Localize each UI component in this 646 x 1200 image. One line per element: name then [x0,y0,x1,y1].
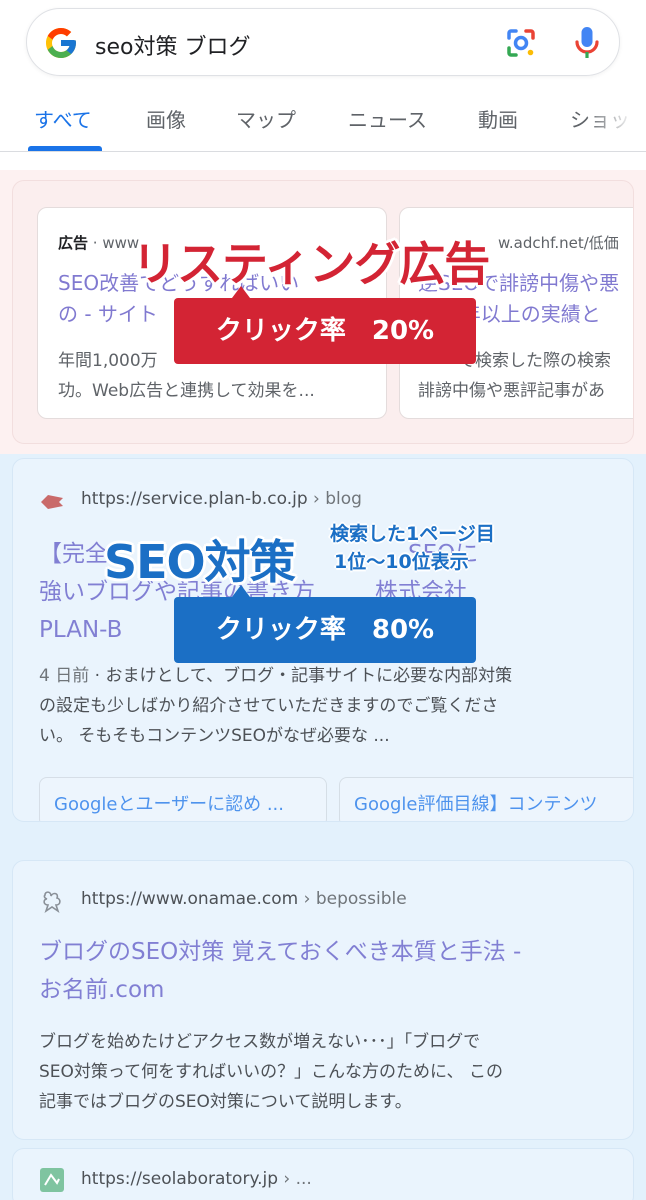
search-result[interactable]: https://seolaboratory.jp › ... [12,1148,634,1200]
ad-meta: 広告 · www. [58,234,143,252]
organic-results-section: https://service.plan-b.co.jp › blog 【完全 S… [0,454,646,1200]
seolaboratory-favicon-icon [40,1168,64,1192]
search-bar[interactable]: seo対策 ブログ [26,8,620,76]
tab-news[interactable]: ニュース [348,104,427,133]
tab-maps[interactable]: マップ [236,104,296,133]
microphone-icon[interactable] [567,23,607,63]
tabs-fade [586,92,646,150]
sitelink-chip[interactable]: Google評価目線】コンテンツ [339,777,633,821]
google-lens-icon[interactable] [501,23,541,63]
result-snippet: ブログを始めたけどアクセス数が増えない･･･」「ブログで SEO対策って何をすれ… [39,1032,503,1112]
seo-click-rate-badge: クリック率 80% [174,597,476,663]
search-result[interactable]: https://www.onamae.com › bepossible ブログの… [12,860,634,1140]
ad-url: w.adchf.net/低価 [498,234,619,252]
result-title[interactable]: ブログのSEO対策 覚えておくべき本質と手法 - お名前.com [39,933,609,1009]
sitelink-chip[interactable]: Googleとユーザーに認め ... [39,777,327,821]
result-date: 4 日前 [39,666,90,686]
plan-b-favicon-icon [41,495,63,509]
seo-note: 検索した1ページ目 1位〜10位表示 [330,523,495,573]
result-url[interactable]: https://www.onamae.com › bepossible [81,889,407,909]
result-url[interactable]: https://seolaboratory.jp › ... [81,1169,312,1189]
search-tabs: すべて 画像 マップ ニュース 動画 ショッピ [0,92,646,152]
onamae-favicon-icon [43,891,61,913]
tab-images[interactable]: 画像 [146,104,186,133]
result-url[interactable]: https://service.plan-b.co.jp › blog [81,489,362,509]
tab-all[interactable]: すべて [34,104,92,133]
seo-label: SEO対策 [104,535,296,589]
ad-badge-pointer [232,286,250,298]
search-query[interactable]: seo対策 ブログ [95,29,250,61]
ad-label: 広告 [58,234,89,252]
result-snippet: 4 日前 · おまけとして、ブログ・記事サイトに必要な内部対策 の設定も少しばか… [39,666,513,746]
seo-badge-pointer [232,585,250,597]
listing-ad-label: リスティング広告 [132,237,490,291]
google-logo-icon [46,28,76,58]
ad-click-rate-badge: クリック率 20% [174,298,476,364]
tab-videos[interactable]: 動画 [478,104,518,133]
active-tab-indicator [28,146,102,151]
